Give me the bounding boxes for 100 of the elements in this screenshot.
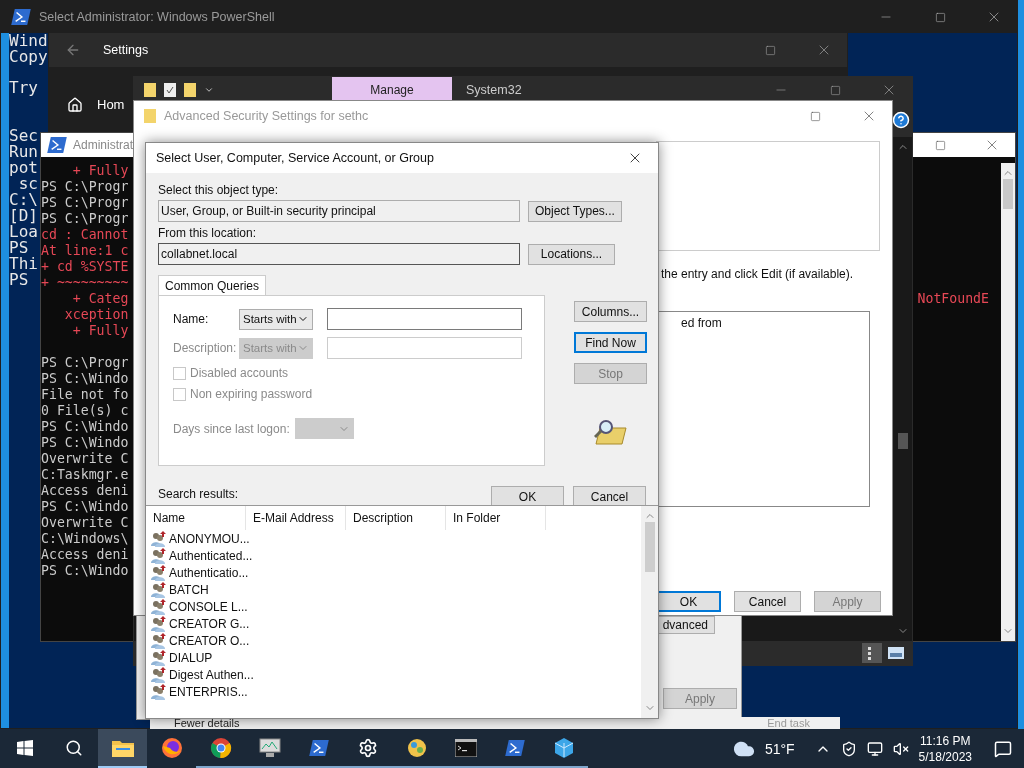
console-line: Copy (9, 49, 48, 65)
console-line: C:\Windows\ (41, 531, 129, 547)
window-title: Advanced Security Settings for sethc (164, 109, 369, 123)
console-line: xception (63, 307, 129, 323)
powershell-icon (47, 137, 67, 153)
console-line: PS (9, 272, 29, 288)
console-line: PS C:\Progr (41, 195, 129, 211)
column-header[interactable]: E-Mail Address (246, 506, 346, 530)
table-cell[interactable]: CONSOLE L... (169, 599, 248, 614)
palette-icon[interactable] (405, 736, 428, 759)
temperature-text[interactable]: 51°F (764, 740, 795, 757)
locations-button[interactable]: Locations... (528, 243, 615, 265)
table-cell[interactable]: Authenticated... (169, 548, 253, 563)
dialog-button[interactable]: OK (656, 591, 721, 612)
query-tab[interactable]: Common Queries (158, 275, 267, 295)
table-cell[interactable]: CREATOR O... (169, 633, 250, 648)
scrollbar-thumb[interactable] (1003, 179, 1013, 209)
field-label: From this location: (158, 226, 258, 240)
scrollbar[interactable] (1001, 163, 1015, 641)
user-group-icon (151, 666, 167, 683)
monitor-icon[interactable] (258, 737, 281, 758)
scrollbar[interactable] (641, 506, 658, 718)
query-input[interactable] (327, 308, 522, 330)
home-icon[interactable] (67, 97, 83, 113)
maximize-icon[interactable] (934, 11, 946, 23)
browser-icon[interactable] (209, 736, 232, 759)
window-title: System32 (466, 83, 522, 97)
field-label: Days since last logon: (173, 421, 291, 436)
field-label: Select this object type: (158, 183, 280, 197)
match-dropdown[interactable]: Starts with (239, 308, 313, 330)
console-line: PS C:\Windo (41, 563, 129, 579)
powershell-icon[interactable] (308, 739, 329, 756)
taskbar-button[interactable] (98, 729, 147, 768)
search-icon[interactable] (64, 738, 83, 757)
ribbon-tab[interactable]: Manage (332, 77, 452, 103)
console-line: PS C:\Windo (41, 435, 129, 451)
query-button[interactable]: Columns... (574, 301, 647, 322)
query-input[interactable] (327, 337, 522, 359)
console-line: Access deni (41, 547, 129, 563)
console-line: Try (9, 80, 38, 96)
console-line: PS C:\Progr (41, 211, 129, 227)
volume-muted-icon[interactable] (892, 740, 909, 757)
settings-icon[interactable] (357, 737, 378, 758)
console-line: Overwrite C (41, 515, 129, 531)
properties-icon[interactable] (164, 83, 176, 97)
object-types-button[interactable]: Object Types... (528, 200, 622, 222)
dialog-button[interactable]: Cancel (573, 486, 646, 507)
terminal-icon[interactable] (454, 738, 477, 757)
search-folder-icon (593, 418, 628, 446)
cube-icon[interactable] (552, 736, 575, 759)
user-group-icon (151, 632, 167, 649)
console-line: + Fully (71, 163, 129, 179)
console-line: NotFoundE (917, 291, 989, 307)
table-cell[interactable]: ENTERPRIS... (169, 684, 248, 699)
console-line: C:\ (9, 192, 38, 208)
dialog-button[interactable]: OK (491, 486, 564, 507)
scrollbar-thumb[interactable] (644, 522, 655, 572)
browser-icon[interactable] (160, 736, 183, 759)
dialog-button[interactable]: Cancel (734, 591, 801, 612)
dropdown-icon[interactable] (204, 85, 214, 95)
clock[interactable]: 11:16 PM 5/18/2023 (918, 732, 972, 765)
back-icon[interactable] (65, 42, 81, 58)
folder-icon[interactable] (111, 738, 134, 757)
field-label: Description: (173, 341, 238, 355)
console-line: PS C:\Windo (41, 371, 129, 387)
maximize-icon[interactable] (829, 84, 841, 96)
help-icon[interactable] (892, 111, 910, 129)
results-label: Search results: (158, 487, 239, 501)
details-link[interactable]: Fewer details (174, 717, 240, 729)
table-cell[interactable]: Digest Authen... (169, 667, 254, 682)
console-line: PS (9, 240, 29, 256)
details-view-icon[interactable] (862, 643, 882, 663)
scrollbar-thumb[interactable] (898, 433, 908, 449)
table-cell[interactable]: DIALUP (169, 650, 213, 665)
shield-icon[interactable] (840, 740, 857, 757)
window-title: Settings (103, 43, 149, 57)
console-line: pot (9, 160, 38, 176)
windows-icon[interactable] (16, 739, 33, 756)
console-line: + cd %SYSTE (41, 259, 129, 275)
powershell-icon[interactable] (504, 739, 525, 756)
column-header[interactable]: In Folder (446, 506, 546, 530)
table-cell[interactable]: Authenticatio... (169, 565, 249, 580)
user-group-icon (151, 615, 167, 632)
console-line: + Fully (71, 323, 129, 339)
field-label: Name: (173, 312, 210, 326)
network-icon[interactable] (866, 740, 883, 757)
console-line: + Categ (71, 291, 129, 307)
table-cell[interactable]: BATCH (169, 582, 209, 597)
user-group-icon (151, 547, 167, 564)
table-cell[interactable]: CREATOR G... (169, 616, 250, 631)
nav-item[interactable]: Hom (97, 97, 125, 112)
maximize-icon[interactable] (764, 44, 776, 56)
notification-icon[interactable] (994, 739, 1012, 758)
query-button[interactable]: Find Now (574, 332, 647, 353)
console-line: PS C:\Windo (41, 499, 129, 515)
table-cell[interactable]: ANONYMOU... (169, 531, 250, 546)
column-header[interactable]: Name (146, 506, 246, 530)
user-group-icon (151, 564, 167, 581)
column-header[interactable]: Description (346, 506, 446, 530)
console-line: Overwrite C (41, 451, 129, 467)
